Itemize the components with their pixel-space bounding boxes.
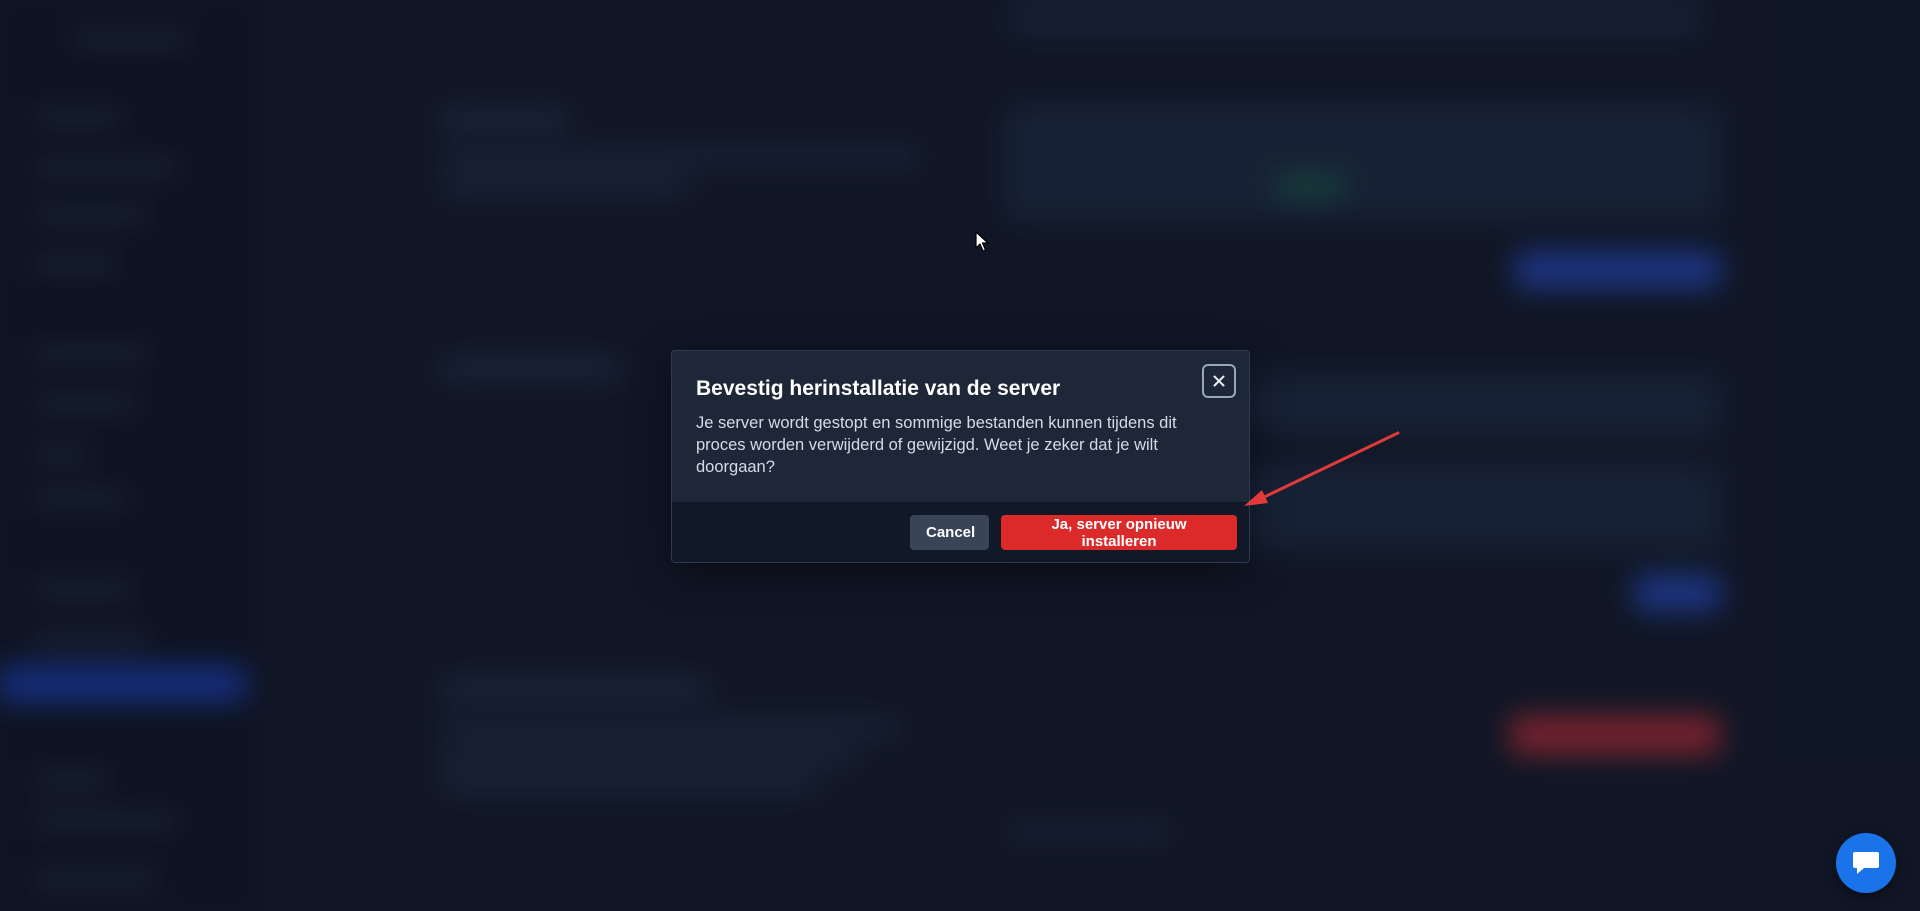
close-button[interactable] xyxy=(1202,364,1236,398)
close-icon xyxy=(1213,375,1225,387)
screen: Bevestig herinstallatie van de server Je… xyxy=(0,0,1920,911)
dialog-title: Bevestig herinstallatie van de server xyxy=(696,377,1061,400)
mouse-cursor-icon xyxy=(975,231,989,252)
dialog-message: Je server wordt gestopt en sommige besta… xyxy=(696,414,1177,476)
cancel-button[interactable]: Cancel xyxy=(910,515,989,550)
confirm-reinstall-button[interactable]: Ja, server opnieuw installeren xyxy=(1001,515,1237,550)
confirm-reinstall-dialog: Bevestig herinstallatie van de server Je… xyxy=(671,350,1250,563)
chat-button[interactable] xyxy=(1836,833,1896,893)
chat-bubble-icon xyxy=(1853,852,1879,874)
dialog-footer: Cancel Ja, server opnieuw installeren xyxy=(672,502,1249,562)
